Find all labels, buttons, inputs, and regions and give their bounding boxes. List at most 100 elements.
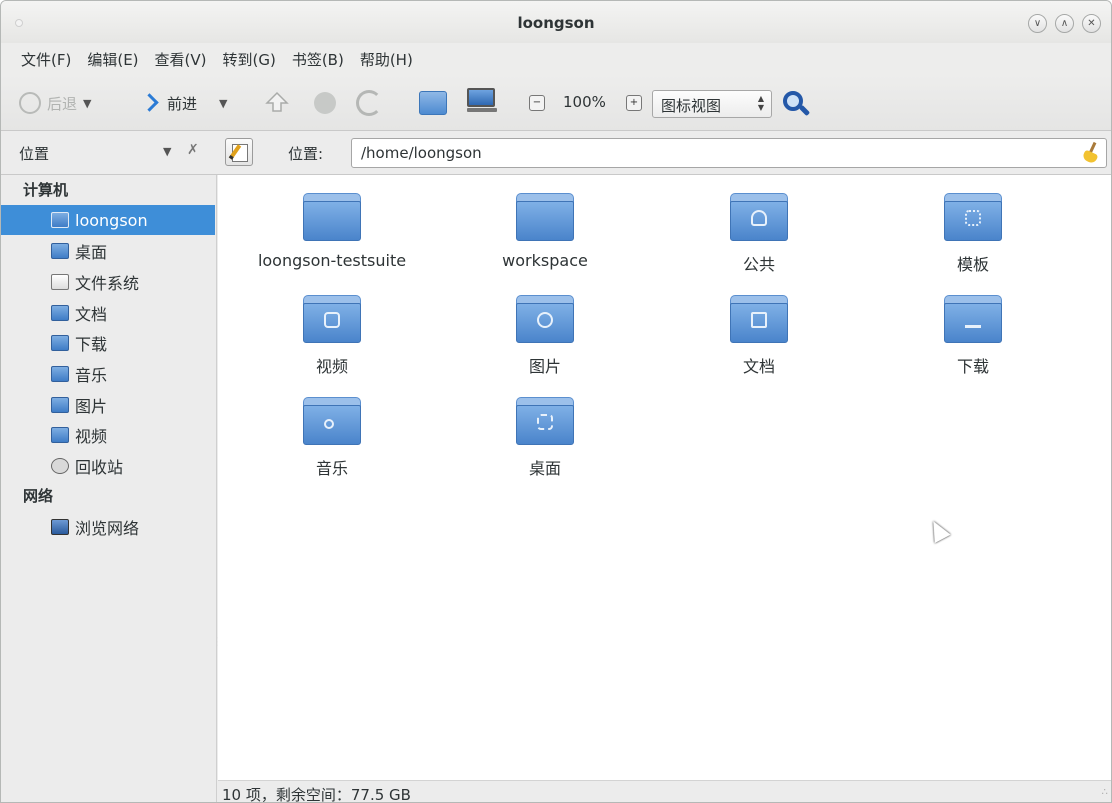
menu-edit[interactable]: 编辑(E) (87, 49, 138, 70)
location-path: /home/loongson (361, 144, 482, 162)
folder-label: 视频 (315, 357, 348, 376)
folder-icon (516, 193, 574, 241)
resize-grip-icon[interactable]: ∴ (1102, 787, 1108, 798)
documents-folder-icon (51, 305, 69, 321)
back-arrow-icon (19, 92, 41, 114)
zoom-out-button[interactable]: − (529, 95, 545, 111)
folder-label: 模板 (956, 255, 989, 274)
menu-help[interactable]: 帮助(H) (360, 49, 413, 70)
folder-item-loongson-testsuite[interactable]: loongson-testsuite (247, 193, 417, 270)
spinner-arrows-icon: ▲ ▼ (757, 94, 764, 112)
menu-file[interactable]: 文件(F) (21, 49, 71, 70)
sidebar-item-desktop[interactable]: 桌面 (1, 236, 215, 266)
sidebar-item-label: 桌面 (75, 243, 108, 262)
location-input[interactable]: /home/loongson (351, 138, 1107, 168)
sidebar-item-label: 下载 (75, 335, 108, 354)
folder-item-downloads[interactable]: 下载 (888, 295, 1058, 377)
forward-arrow-icon (139, 92, 161, 114)
zoom-in-button[interactable]: + (626, 95, 642, 111)
folder-item-documents[interactable]: 文档 (674, 295, 844, 377)
close-button[interactable]: ✕ (1082, 14, 1101, 33)
clear-location-icon[interactable] (1082, 142, 1100, 164)
location-label: 位置: (288, 145, 324, 163)
up-arrow-icon (265, 91, 289, 112)
folder-label: 下载 (956, 357, 989, 376)
back-button[interactable]: 后退 ▼ (19, 89, 91, 117)
back-label: 后退 (47, 94, 78, 113)
folder-item-public[interactable]: 公共 (674, 193, 844, 275)
title-bar[interactable]: loongson ∨ ∧ ✕ (1, 1, 1111, 43)
home-folder-icon (51, 212, 69, 228)
reload-button[interactable] (356, 90, 382, 116)
sidebar-item-label: 浏览网络 (75, 519, 140, 538)
folder-icon (303, 193, 361, 241)
sidebar-mode-dropdown-icon[interactable]: ▼ (163, 145, 171, 158)
sidebar-close-icon[interactable]: ✗ (187, 142, 199, 158)
menu-go[interactable]: 转到(G) (223, 49, 276, 70)
sidebar-item-trash[interactable]: 回收站 (1, 451, 215, 481)
folder-item-pictures[interactable]: 图片 (460, 295, 630, 377)
sidebar-item-label: 音乐 (75, 366, 108, 385)
videos-folder-icon (303, 295, 361, 343)
sidebar-section-network: 网络 (23, 487, 54, 505)
desktop-folder-icon (51, 243, 69, 259)
zoom-level: 100% (563, 93, 606, 111)
forward-history-dropdown-icon[interactable]: ▼ (219, 97, 227, 110)
folder-item-workspace[interactable]: workspace (460, 193, 630, 270)
folder-item-videos[interactable]: 视频 (247, 295, 417, 377)
up-button[interactable] (264, 89, 290, 115)
forward-label: 前进 (167, 94, 198, 113)
forward-button[interactable]: 前进 ▼ (139, 89, 227, 117)
folder-item-desktop[interactable]: 桌面 (460, 397, 630, 479)
documents-folder-icon (730, 295, 788, 343)
sidebar-item-videos[interactable]: 视频 (1, 420, 215, 450)
sidebar-item-music[interactable]: 音乐 (1, 359, 215, 389)
view-mode-select[interactable]: 图标视图 ▲ ▼ (652, 90, 772, 118)
menu-view[interactable]: 查看(V) (155, 49, 207, 70)
search-button[interactable] (781, 89, 811, 119)
music-folder-icon (51, 366, 69, 382)
sidebar-item-browse-network[interactable]: 浏览网络 (1, 512, 215, 542)
status-bar: 10 项，剩余空间：77.5 GB ∴ (218, 780, 1111, 803)
sidebar-item-label: 文件系统 (75, 274, 140, 293)
status-text: 10 项，剩余空间：77.5 GB (222, 786, 411, 803)
folder-item-music[interactable]: 音乐 (247, 397, 417, 479)
back-history-dropdown-icon[interactable]: ▼ (83, 97, 91, 110)
folder-item-templates[interactable]: 模板 (888, 193, 1058, 275)
sidebar-item-pictures[interactable]: 图片 (1, 390, 215, 420)
sidebar-item-label: 文档 (75, 305, 108, 324)
network-icon (51, 519, 69, 535)
filesystem-icon (51, 274, 69, 290)
sidebar-item-downloads[interactable]: 下载 (1, 328, 215, 358)
sidebar-item-loongson[interactable]: loongson (1, 205, 215, 235)
location-bar: 位置 ▼ ✗ 位置: /home/loongson (1, 131, 1111, 175)
videos-folder-icon (51, 427, 69, 443)
edit-location-button[interactable] (225, 138, 253, 166)
menu-bar: 文件(F) 编辑(E) 查看(V) 转到(G) 书签(B) 帮助(H) (1, 43, 1111, 75)
folder-label: loongson-testsuite (257, 251, 407, 270)
pictures-folder-icon (51, 397, 69, 413)
sidebar-item-label: loongson (75, 210, 148, 230)
window-controls: ∨ ∧ ✕ (1028, 14, 1101, 33)
maximize-button[interactable]: ∧ (1055, 14, 1074, 33)
computer-icon (467, 88, 497, 112)
home-button[interactable] (419, 91, 447, 115)
downloads-folder-icon (51, 335, 69, 351)
templates-folder-icon (944, 193, 1002, 241)
sidebar-item-filesystem[interactable]: 文件系统 (1, 267, 215, 297)
minimize-button[interactable]: ∨ (1028, 14, 1047, 33)
desktop-folder-icon (516, 397, 574, 445)
file-manager-window: loongson ∨ ∧ ✕ 文件(F) 编辑(E) 查看(V) 转到(G) 书… (0, 0, 1112, 803)
folder-label: 音乐 (315, 459, 348, 478)
stop-button[interactable] (314, 92, 336, 114)
sidebar-item-label: 回收站 (75, 458, 124, 477)
music-folder-icon (303, 397, 361, 445)
sidebar-item-documents[interactable]: 文档 (1, 298, 215, 328)
computer-button[interactable] (467, 88, 497, 112)
folder-label: 桌面 (528, 459, 561, 478)
folder-label: 图片 (528, 357, 561, 376)
sidebar: 计算机 loongson 桌面 文件系统 文档 下载 音乐 图片 视频 回收站 … (1, 175, 224, 802)
view-mode-value: 图标视图 (661, 97, 722, 115)
menu-bookmarks[interactable]: 书签(B) (292, 49, 344, 70)
file-view[interactable]: loongson-testsuite workspace 公共 模板 视频 图片… (218, 175, 1111, 780)
